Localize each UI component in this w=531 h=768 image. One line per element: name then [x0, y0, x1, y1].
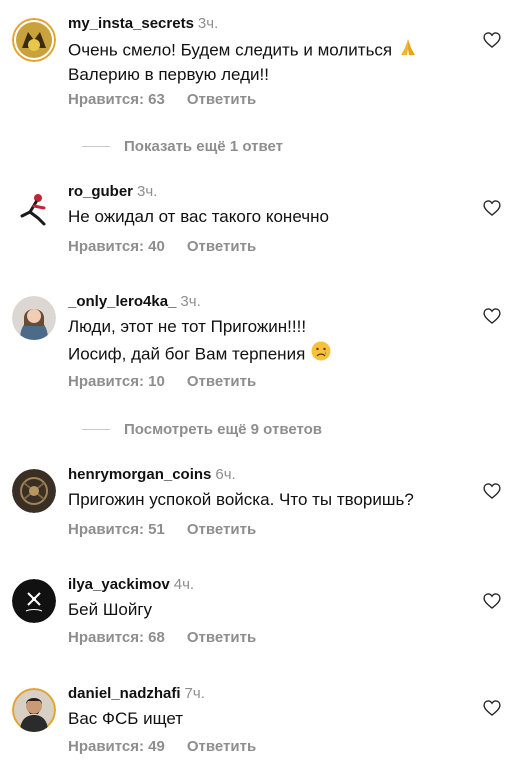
reply-button[interactable]: Ответить — [187, 737, 256, 757]
like-heart-icon[interactable] — [482, 698, 502, 718]
show-more-replies-button[interactable]: Посмотреть ещё 9 ответов — [68, 419, 322, 439]
reply-button[interactable]: Ответить — [187, 90, 256, 110]
reply-button[interactable]: Ответить — [187, 237, 256, 257]
fox-avatar-icon[interactable] — [12, 18, 56, 62]
more-divider — [82, 428, 110, 430]
likes-count[interactable]: Нравится: 10 — [68, 372, 165, 392]
man-avatar-icon[interactable] — [12, 688, 56, 732]
likes-count[interactable]: Нравится: 68 — [68, 628, 165, 648]
comment-time: 6ч. — [215, 466, 236, 483]
crying-face-emoji — [310, 340, 332, 370]
comment-text-line: Очень смело! Будем следить и молиться — [68, 40, 393, 60]
reply-button[interactable]: Ответить — [187, 372, 256, 392]
girl-avatar-icon[interactable] — [12, 296, 56, 340]
comment-text: Иосиф, дай бог Вам терпения — [68, 340, 332, 370]
comment-text-line: Вас ФСБ ищет — [68, 709, 184, 728]
like-heart-icon[interactable] — [482, 306, 502, 326]
comment-text-line: Пригожин успокой войска. Что ты творишь? — [68, 490, 414, 509]
more-replies-label: Посмотреть ещё 9 ответов — [124, 420, 323, 438]
comment-username[interactable]: ilya_yackimov — [68, 576, 170, 593]
comment-username[interactable]: henrymorgan_coins — [68, 466, 211, 483]
comment-time: 4ч. — [173, 576, 195, 593]
comment-username[interactable]: _only_lero4ka_ — [68, 293, 176, 310]
comment-text-line: Не ожидал от вас такого конечно — [68, 207, 329, 226]
more-divider — [82, 145, 110, 147]
comment-username[interactable]: ro_guber — [68, 183, 133, 200]
dark-pattern-avatar-icon[interactable] — [12, 469, 56, 513]
likes-count[interactable]: Нравится: 63 — [68, 90, 165, 110]
comment-time: 7ч. — [184, 685, 205, 702]
likes-count[interactable]: Нравится: 51 — [68, 520, 165, 540]
comment-time: 3ч. — [197, 15, 219, 32]
comment-username[interactable]: my_insta_secrets — [68, 15, 194, 32]
comment-text-line: Люди, этот не тот Пригожин!!!! — [68, 317, 307, 336]
comment-username[interactable]: daniel_nadzhafi — [68, 685, 181, 702]
likes-count[interactable]: Нравится: 40 — [68, 237, 165, 257]
reply-button[interactable]: Ответить — [187, 520, 256, 540]
comment-text-line: Валерию в первую леди!! — [68, 65, 269, 84]
likes-count[interactable]: Нравится: 49 — [68, 737, 165, 757]
like-heart-icon[interactable] — [482, 198, 502, 218]
like-heart-icon[interactable] — [482, 481, 502, 501]
runner-avatar-icon[interactable] — [12, 188, 56, 232]
like-heart-icon[interactable] — [482, 30, 502, 50]
comment-time: 3ч. — [137, 183, 158, 200]
comment-text-line: Бей Шойгу — [68, 600, 153, 619]
folded-hands-emoji — [397, 36, 419, 66]
more-replies-label: Показать ещё 1 ответ — [124, 137, 283, 155]
comment-text-line: Иосиф, дай бог Вам терпения — [68, 344, 306, 364]
monogram-avatar-icon[interactable] — [12, 579, 56, 623]
like-heart-icon[interactable] — [482, 591, 502, 611]
comment-time: 3ч. — [180, 293, 201, 310]
show-more-replies-button[interactable]: Показать ещё 1 ответ — [68, 136, 283, 156]
reply-button[interactable]: Ответить — [187, 628, 256, 648]
